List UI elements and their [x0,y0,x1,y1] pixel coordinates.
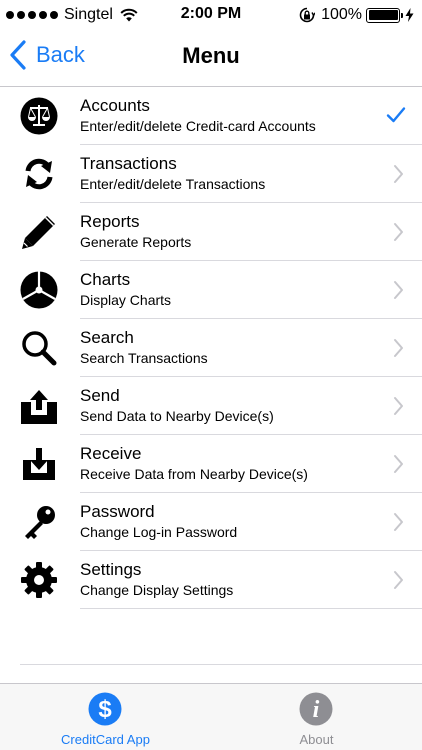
dollar-icon: $ [88,692,122,726]
menu-item-title: Receive [80,444,142,463]
scales-icon [18,96,60,136]
menu-item-subtitle: Change Log-in Password [80,524,238,540]
magnifier-icon [18,328,60,368]
chevron-right-icon [394,397,403,415]
menu-item-settings[interactable]: Settings Change Display Settings [0,551,422,609]
status-bar: Singtel 2:00 PM 100% [0,0,422,30]
menu-item-receive[interactable]: Receive Receive Data from Nearby Device(… [0,435,422,493]
gear-icon [18,560,60,600]
menu-item-subtitle: Change Display Settings [80,582,234,598]
chevron-right-icon [394,339,403,357]
menu-item-title: Password [80,502,155,521]
chevron-right-icon [394,281,403,299]
menu-item-reports[interactable]: Reports Generate Reports [0,203,422,261]
row-separator [80,608,422,609]
menu-item-search[interactable]: Search Search Transactions [0,319,422,377]
menu-item-subtitle: Search Transactions [80,350,208,366]
page-title: Menu [182,43,240,68]
menu-item-title: Reports [80,212,140,231]
svg-text:i: i [313,697,320,723]
menu-item-title: Accounts [80,96,150,115]
menu-item-subtitle: Enter/edit/delete Credit-card Accounts [80,118,316,134]
menu-item-subtitle: Enter/edit/delete Transactions [80,176,266,192]
menu-item-subtitle: Display Charts [80,292,172,308]
chevron-right-icon [394,571,403,589]
menu-item-title: Transactions [80,154,177,173]
menu-item-title: Search [80,328,134,347]
battery-percent: 100% [321,6,362,23]
battery-info: 100% [299,6,414,24]
menu-item-title: Settings [80,560,142,579]
chevron-right-icon [394,455,403,473]
tab-creditcard-app[interactable]: $ CreditCard App [0,684,211,750]
menu-item-password[interactable]: Password Change Log-in Password [0,493,422,551]
tab-label: CreditCard App [61,732,150,747]
download-icon [18,444,60,484]
menu-item-subtitle: Generate Reports [80,234,192,250]
refresh-icon [18,154,60,194]
tab-label: About [299,732,334,747]
pie-chart-icon [18,270,60,310]
menu-item-charts[interactable]: Charts Display Charts [0,261,422,319]
menu-list: Accounts Enter/edit/delete Credit-card A… [0,87,422,609]
menu-item-transactions[interactable]: Transactions Enter/edit/delete Transacti… [0,145,422,203]
menu-item-title: Send [80,386,120,405]
tab-bar: $ CreditCard App i About [0,683,422,750]
chevron-right-icon [394,223,403,241]
charging-icon [405,8,414,22]
chevron-right-icon [394,513,403,531]
orientation-lock-icon [299,7,316,23]
list-bottom-separator [20,664,422,665]
upload-icon [18,386,60,426]
menu-item-subtitle: Receive Data from Nearby Device(s) [80,466,308,482]
battery-icon [366,7,403,23]
menu-item-subtitle: Send Data to Nearby Device(s) [80,408,274,424]
chevron-right-icon [394,165,403,183]
tab-about[interactable]: i About [211,684,422,750]
key-icon [18,502,60,542]
navigation-bar: Back Menu [0,30,422,87]
menu-item-accounts[interactable]: Accounts Enter/edit/delete Credit-card A… [0,87,422,145]
info-icon: i [299,692,333,726]
pencil-icon [18,212,60,252]
menu-item-send[interactable]: Send Send Data to Nearby Device(s) [0,377,422,435]
checkmark-icon [386,107,406,123]
menu-item-title: Charts [80,270,131,289]
svg-text:$: $ [98,696,112,723]
